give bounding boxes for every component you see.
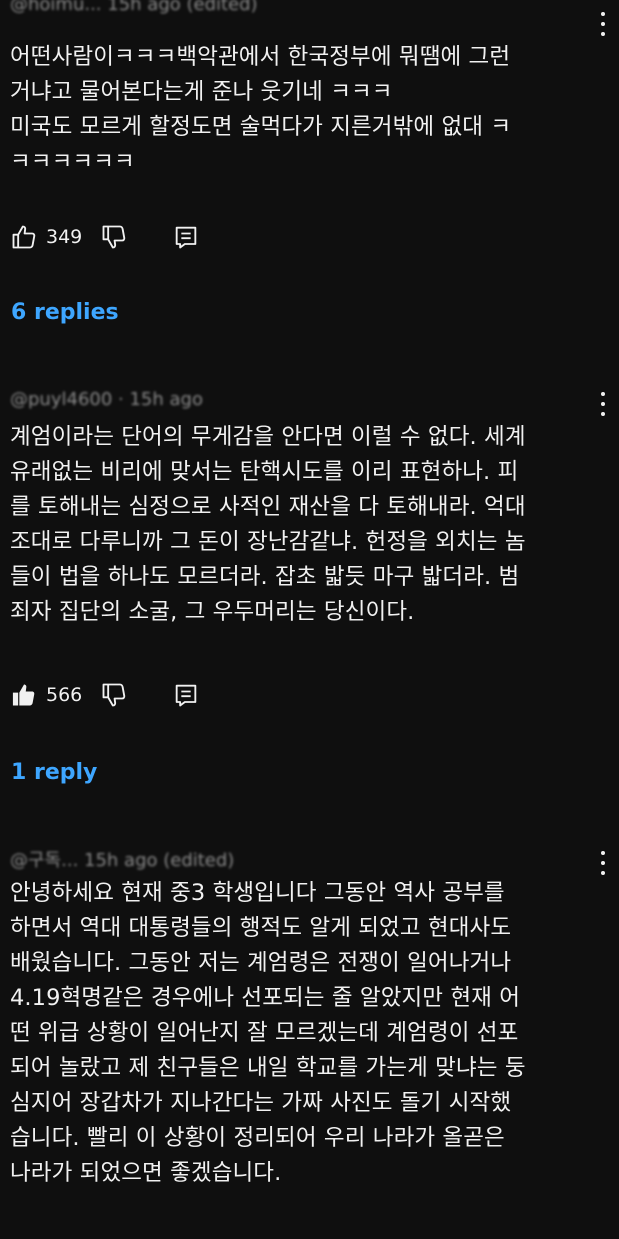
more-vert-icon[interactable] [599,851,607,875]
comment-author-meta[interactable]: @puyl4600 · 15h ago [10,389,203,410]
like-count: 566 [46,684,83,706]
comment-actions: 349 [10,222,200,252]
comment-text: 어떤사람이ㅋㅋㅋ백악관에서 한국정부에 뭐땜에 그런 거냐고 물어본다는게 준나… [10,44,512,175]
replies-button[interactable]: 6 replies [11,300,119,325]
comment-text: 계엄이라는 단어의 무게감을 안다면 이럴 수 없다. 세계 유래없는 비리에 … [10,424,526,625]
comment-author-meta[interactable]: @구독... 15h ago (edited) [10,846,234,872]
like-icon[interactable] [10,223,38,251]
dislike-icon[interactable] [100,681,128,709]
more-vert-icon[interactable] [599,392,607,416]
dislike-icon[interactable] [100,223,128,251]
like-count: 349 [46,226,83,248]
more-vert-icon[interactable] [599,12,607,36]
reply-icon[interactable] [172,223,200,251]
comment-text: 안녕하세요 현재 중3 학생입니다 그동안 역사 공부를 하면서 역대 대통령들… [10,880,526,1186]
comment-author-meta[interactable]: @hoimu... 15h ago (edited) [10,0,258,15]
like-icon[interactable] [10,681,38,709]
comment-actions: 566 [10,680,200,710]
replies-button[interactable]: 1 reply [11,760,97,785]
reply-icon[interactable] [172,681,200,709]
